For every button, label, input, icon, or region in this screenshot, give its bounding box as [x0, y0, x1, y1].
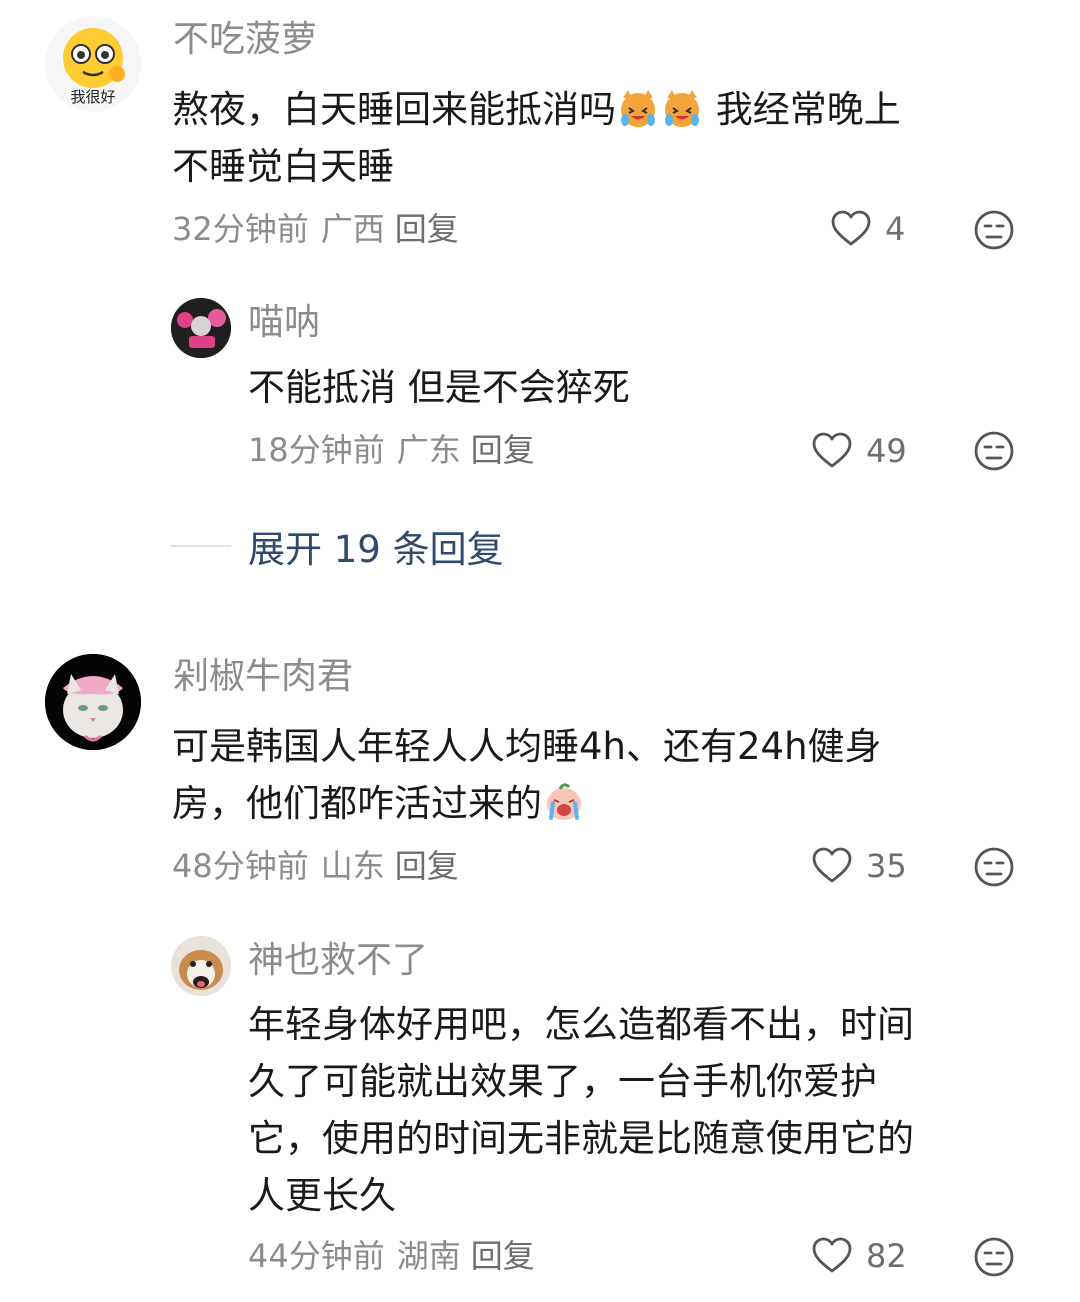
expand-replies-label: 展开 19 条回复 [248, 528, 504, 571]
comment-text: 年轻身体好用吧，怎么造都看不出，时间 久了可能就出效果了，一台手机你爱护 它，使… [248, 996, 1048, 1224]
avatar[interactable] [171, 936, 231, 996]
reply-button[interactable]: 回复 [395, 210, 459, 248]
timestamp: 44分钟前 [248, 1237, 385, 1275]
like-button[interactable]: 49 [810, 429, 907, 473]
comment-text-line: 年轻身体好用吧，怎么造都看不出，时间 [248, 1003, 914, 1046]
laughing-cat-emoji-icon [621, 90, 655, 127]
username[interactable]: 神也救不了 [248, 939, 428, 983]
comment-text-line: 久了可能就出效果了，一台手机你爱护 [248, 1060, 877, 1103]
comment-2: 剁椒牛肉君 可是韩国人年轻人人均睡4h、还有24h健身 房，他们都咋活过来的 4… [0, 640, 1080, 900]
location: 湖南 [396, 1237, 461, 1275]
meh-face-icon [974, 847, 1014, 887]
comment-text: 可是韩国人年轻人人均睡4h、还有24h健身 房，他们都咋活过来的 [172, 718, 1032, 832]
heart-icon [812, 847, 852, 883]
username[interactable]: 不吃菠萝 [173, 18, 317, 62]
meh-face-icon [974, 1237, 1014, 1277]
comment-text-line: 房，他们都咋活过来的 [172, 782, 542, 825]
username[interactable]: 喵呐 [248, 301, 320, 345]
heart-icon [812, 1237, 852, 1273]
dislike-button[interactable] [973, 430, 1015, 472]
username[interactable]: 剁椒牛肉君 [173, 655, 353, 699]
comment-meta: 48分钟前 山东 回复 [172, 846, 459, 886]
comment-text-part: 我经常晚上 [704, 88, 901, 131]
expand-replies-button[interactable]: 展开 19 条回复 [171, 520, 504, 572]
timestamp: 48分钟前 [172, 847, 309, 885]
reply-2: 神也救不了 年轻身体好用吧，怎么造都看不出，时间 久了可能就出效果了，一台手机你… [0, 920, 1080, 1300]
comment-meta: 44分钟前 湖南 回复 [248, 1236, 535, 1276]
avatar-text: 我很好 [70, 88, 116, 106]
avatar[interactable] [171, 298, 231, 358]
dislike-button[interactable] [973, 209, 1015, 251]
meh-face-icon [974, 431, 1014, 471]
reply-button[interactable]: 回复 [395, 847, 459, 885]
heart-icon [831, 210, 871, 246]
like-count: 35 [866, 847, 907, 885]
location: 广东 [396, 431, 461, 469]
heart-icon [812, 432, 852, 468]
comment-text-line: 人更长久 [248, 1174, 396, 1217]
avatar[interactable]: 我很好 [45, 16, 141, 112]
reply-button[interactable]: 回复 [471, 1237, 535, 1275]
laughing-cat-emoji-icon [665, 90, 699, 127]
like-button[interactable]: 82 [810, 1234, 907, 1278]
like-count: 4 [885, 210, 906, 248]
dislike-button[interactable] [973, 1236, 1015, 1278]
reply-1: 喵呐 不能抵消 但是不会猝死 18分钟前 广东 回复 49 [0, 280, 1080, 500]
comment-text: 不能抵消 但是不会猝死 [248, 366, 630, 409]
comment-1: 我很好 不吃菠萝 熬夜，白天睡回来能抵消吗 我经常晚上 不睡觉白天睡 32分钟前… [0, 0, 1080, 270]
reply-button[interactable]: 回复 [471, 431, 535, 469]
comment-text-line: 它，使用的时间无非就是比随意使用它的 [248, 1117, 914, 1160]
like-count: 49 [866, 432, 907, 470]
crying-face-emoji-icon [547, 783, 581, 820]
location: 山东 [320, 847, 385, 885]
like-count: 82 [866, 1237, 907, 1275]
comment-text-line: 可是韩国人年轻人人均睡4h、还有24h健身 [172, 725, 882, 768]
location: 广西 [320, 210, 385, 248]
comment-text-line: 不睡觉白天睡 [172, 145, 394, 188]
comment-text-part: 熬夜，白天睡回来能抵消吗 [172, 88, 616, 131]
like-button[interactable]: 35 [810, 844, 907, 888]
comment-text: 熬夜，白天睡回来能抵消吗 我经常晚上 不睡觉白天睡 [172, 81, 1032, 195]
dislike-button[interactable] [973, 846, 1015, 888]
meh-face-icon [974, 210, 1014, 250]
like-button[interactable]: 4 [829, 207, 925, 251]
timestamp: 18分钟前 [248, 431, 385, 469]
avatar[interactable] [45, 654, 141, 750]
timestamp: 32分钟前 [172, 210, 309, 248]
comment-meta: 32分钟前 广西 回复 [172, 209, 459, 249]
divider [171, 545, 231, 547]
comment-meta: 18分钟前 广东 回复 [248, 430, 535, 470]
